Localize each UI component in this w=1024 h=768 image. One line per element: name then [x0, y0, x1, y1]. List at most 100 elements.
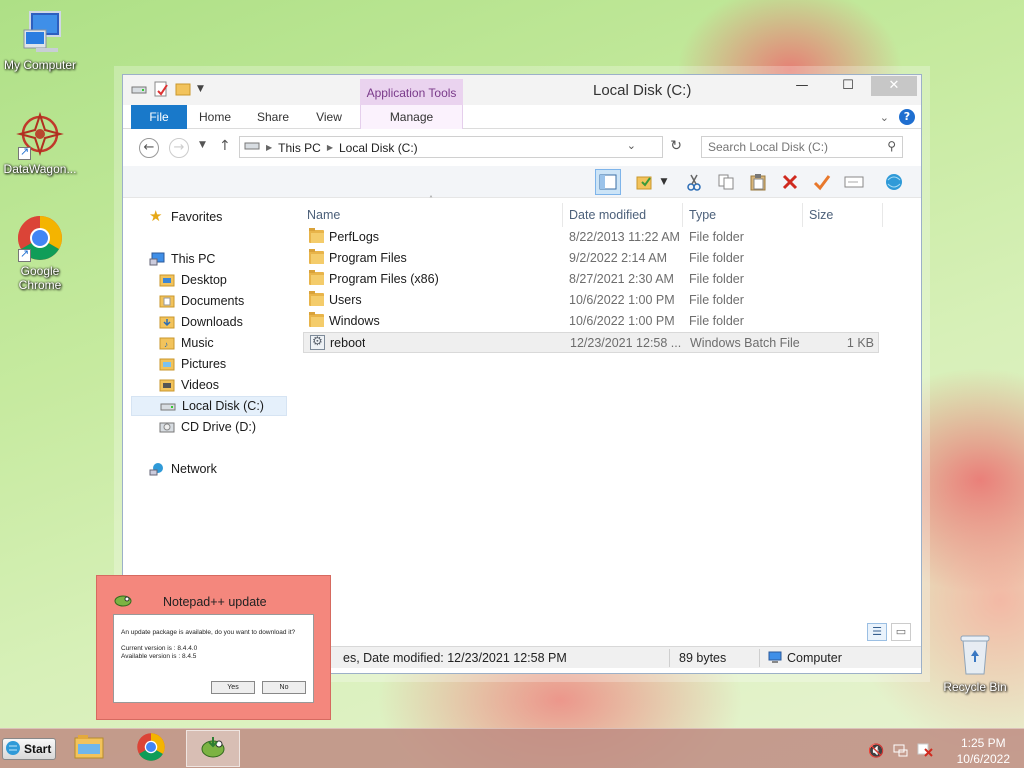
- no-button[interactable]: No: [262, 681, 306, 694]
- yes-button[interactable]: Yes: [211, 681, 255, 694]
- taskbar-chrome[interactable]: [124, 730, 178, 767]
- nav-documents[interactable]: Documents: [159, 291, 244, 311]
- volume-muted-icon[interactable]: 🔇: [868, 744, 884, 759]
- nav-favorites[interactable]: ★ Favorites: [149, 207, 222, 227]
- rename-icon[interactable]: [841, 169, 867, 195]
- expand-ribbon-icon[interactable]: ⌄: [880, 111, 889, 124]
- nav-videos[interactable]: Videos: [159, 375, 219, 395]
- file-type: File folder: [689, 314, 744, 328]
- nav-pictures[interactable]: Pictures: [159, 354, 226, 374]
- refresh-icon[interactable]: ↻: [670, 138, 682, 154]
- tab-share[interactable]: Share: [251, 105, 295, 129]
- file-row[interactable]: Windows 10/6/2022 1:00 PM File folder: [303, 311, 879, 332]
- qat-dropdown-icon[interactable]: ▼: [197, 81, 213, 97]
- help-icon[interactable]: ?: [899, 109, 915, 125]
- nav-cd-drive-d[interactable]: CD Drive (D:): [159, 417, 256, 437]
- globe-icon[interactable]: [881, 169, 907, 195]
- file-size: 1 KB: [846, 336, 874, 350]
- nav-desktop[interactable]: Desktop: [159, 270, 227, 290]
- navigation-bar: ← → ▼ ↑ ▶ This PC ▶ Local Disk (C:) ⌄ ↻ …: [123, 130, 921, 166]
- music-folder-icon: ♪: [159, 335, 175, 351]
- close-button[interactable]: ✕: [871, 76, 917, 96]
- properties-icon[interactable]: [153, 81, 169, 97]
- desktop-icon-google-chrome[interactable]: Google Chrome: [0, 214, 80, 292]
- shortcut-arrow-icon: [18, 247, 31, 262]
- preview-pane-button[interactable]: [595, 169, 621, 195]
- tab-view[interactable]: View: [309, 105, 349, 129]
- status-divider: [669, 649, 670, 667]
- file-row-selected[interactable]: reboot 12/23/2021 12:58 ... Windows Batc…: [303, 332, 879, 353]
- taskbar-file-explorer[interactable]: [62, 730, 116, 767]
- network-tray-icon[interactable]: [893, 743, 909, 760]
- column-header-type[interactable]: Type: [683, 203, 803, 227]
- recent-locations-icon[interactable]: ▼: [199, 140, 206, 150]
- title-bar[interactable]: ▼ Application Tools Local Disk (C:) — ☐ …: [123, 75, 921, 105]
- current-version: Current version is : 8.4.4.0: [121, 645, 198, 652]
- status-location: Computer: [787, 651, 842, 665]
- start-button[interactable]: Start: [2, 738, 56, 760]
- toolbar-dropdown-icon[interactable]: ▼: [657, 169, 671, 195]
- breadcrumb-local-disk[interactable]: Local Disk (C:): [339, 141, 418, 155]
- nav-local-disk-c[interactable]: Local Disk (C:): [131, 396, 287, 416]
- file-row[interactable]: Program Files (x86) 8/27/2021 2:30 AM Fi…: [303, 269, 879, 290]
- nav-item-label: Videos: [181, 378, 219, 392]
- nav-this-pc-label: This PC: [171, 252, 216, 266]
- column-header-name[interactable]: Name: [301, 203, 563, 227]
- folder-icon: [309, 249, 324, 264]
- breadcrumb-this-pc[interactable]: This PC: [278, 141, 321, 155]
- nav-this-pc[interactable]: This PC: [149, 249, 215, 269]
- column-header-date-modified[interactable]: Date modified: [563, 203, 683, 227]
- file-row[interactable]: Users 10/6/2022 1:00 PM File folder: [303, 290, 879, 311]
- search-input[interactable]: [708, 140, 878, 154]
- paste-icon[interactable]: [745, 169, 771, 195]
- delete-icon[interactable]: [777, 169, 803, 195]
- desktop-icon-datawagon[interactable]: DataWagon...: [0, 111, 80, 176]
- file-name: PerfLogs: [329, 230, 380, 244]
- nav-network[interactable]: Network: [149, 459, 217, 479]
- back-button[interactable]: ←: [139, 138, 159, 158]
- search-box[interactable]: ⚲: [701, 136, 903, 158]
- nav-downloads[interactable]: Downloads: [159, 312, 243, 332]
- search-icon[interactable]: ⚲: [887, 139, 896, 153]
- breadcrumb-separator-icon[interactable]: ▶: [266, 143, 272, 152]
- copy-icon[interactable]: [713, 169, 739, 195]
- desktop-icon-my-computer[interactable]: My Computer: [0, 8, 80, 72]
- up-button[interactable]: ↑: [219, 138, 231, 154]
- details-view-icon[interactable]: ☰: [867, 623, 887, 641]
- forward-button[interactable]: →: [169, 138, 189, 158]
- tab-manage[interactable]: Manage: [360, 105, 463, 129]
- maximize-button[interactable]: ☐: [825, 76, 871, 96]
- desktop-icon-label: Recycle Bin: [943, 680, 1007, 694]
- breadcrumb-separator-icon[interactable]: ▶: [327, 143, 333, 152]
- file-type: File folder: [689, 293, 744, 307]
- network-icon: [149, 461, 165, 477]
- checkmark-icon[interactable]: [809, 169, 835, 195]
- file-date: 8/22/2013 11:22 AM: [569, 230, 680, 244]
- folder-check-icon[interactable]: [631, 169, 657, 195]
- cut-icon[interactable]: [681, 169, 707, 195]
- action-center-alert-icon[interactable]: [917, 743, 933, 760]
- file-list[interactable]: ˄ Name Date modified Type Size PerfLogs …: [301, 195, 921, 644]
- documents-folder-icon: [159, 293, 175, 309]
- taskbar-notepadpp[interactable]: [186, 730, 240, 767]
- notepadpp-dialog-message: An update package is available, do you w…: [121, 629, 295, 661]
- new-folder-icon[interactable]: [175, 81, 191, 97]
- tab-home[interactable]: Home: [195, 105, 235, 129]
- folder-icon: [309, 312, 324, 327]
- notepadpp-update-dialog[interactable]: Notepad++ update An update package is av…: [96, 575, 331, 720]
- file-row[interactable]: PerfLogs 8/22/2013 11:22 AM File folder: [303, 227, 879, 248]
- pictures-folder-icon: [159, 356, 175, 372]
- file-row[interactable]: Program Files 9/2/2022 2:14 AM File fold…: [303, 248, 879, 269]
- address-dropdown-icon[interactable]: ⌄: [627, 139, 636, 152]
- nav-item-label: Music: [181, 336, 214, 350]
- drive-icon[interactable]: [131, 81, 147, 97]
- nav-music[interactable]: ♪ Music: [159, 333, 214, 353]
- large-icons-view-icon[interactable]: ▭: [891, 623, 911, 641]
- address-bar[interactable]: ▶ This PC ▶ Local Disk (C:) ⌄ ↻: [239, 136, 682, 158]
- minimize-button[interactable]: —: [779, 76, 825, 96]
- tab-file[interactable]: File: [131, 105, 187, 129]
- clock[interactable]: 1:25 PM 10/6/2022: [957, 735, 1010, 767]
- file-explorer-icon: [74, 734, 104, 763]
- column-header-size[interactable]: Size: [803, 203, 883, 227]
- desktop-icon-recycle-bin[interactable]: Recycle Bin: [935, 630, 1015, 694]
